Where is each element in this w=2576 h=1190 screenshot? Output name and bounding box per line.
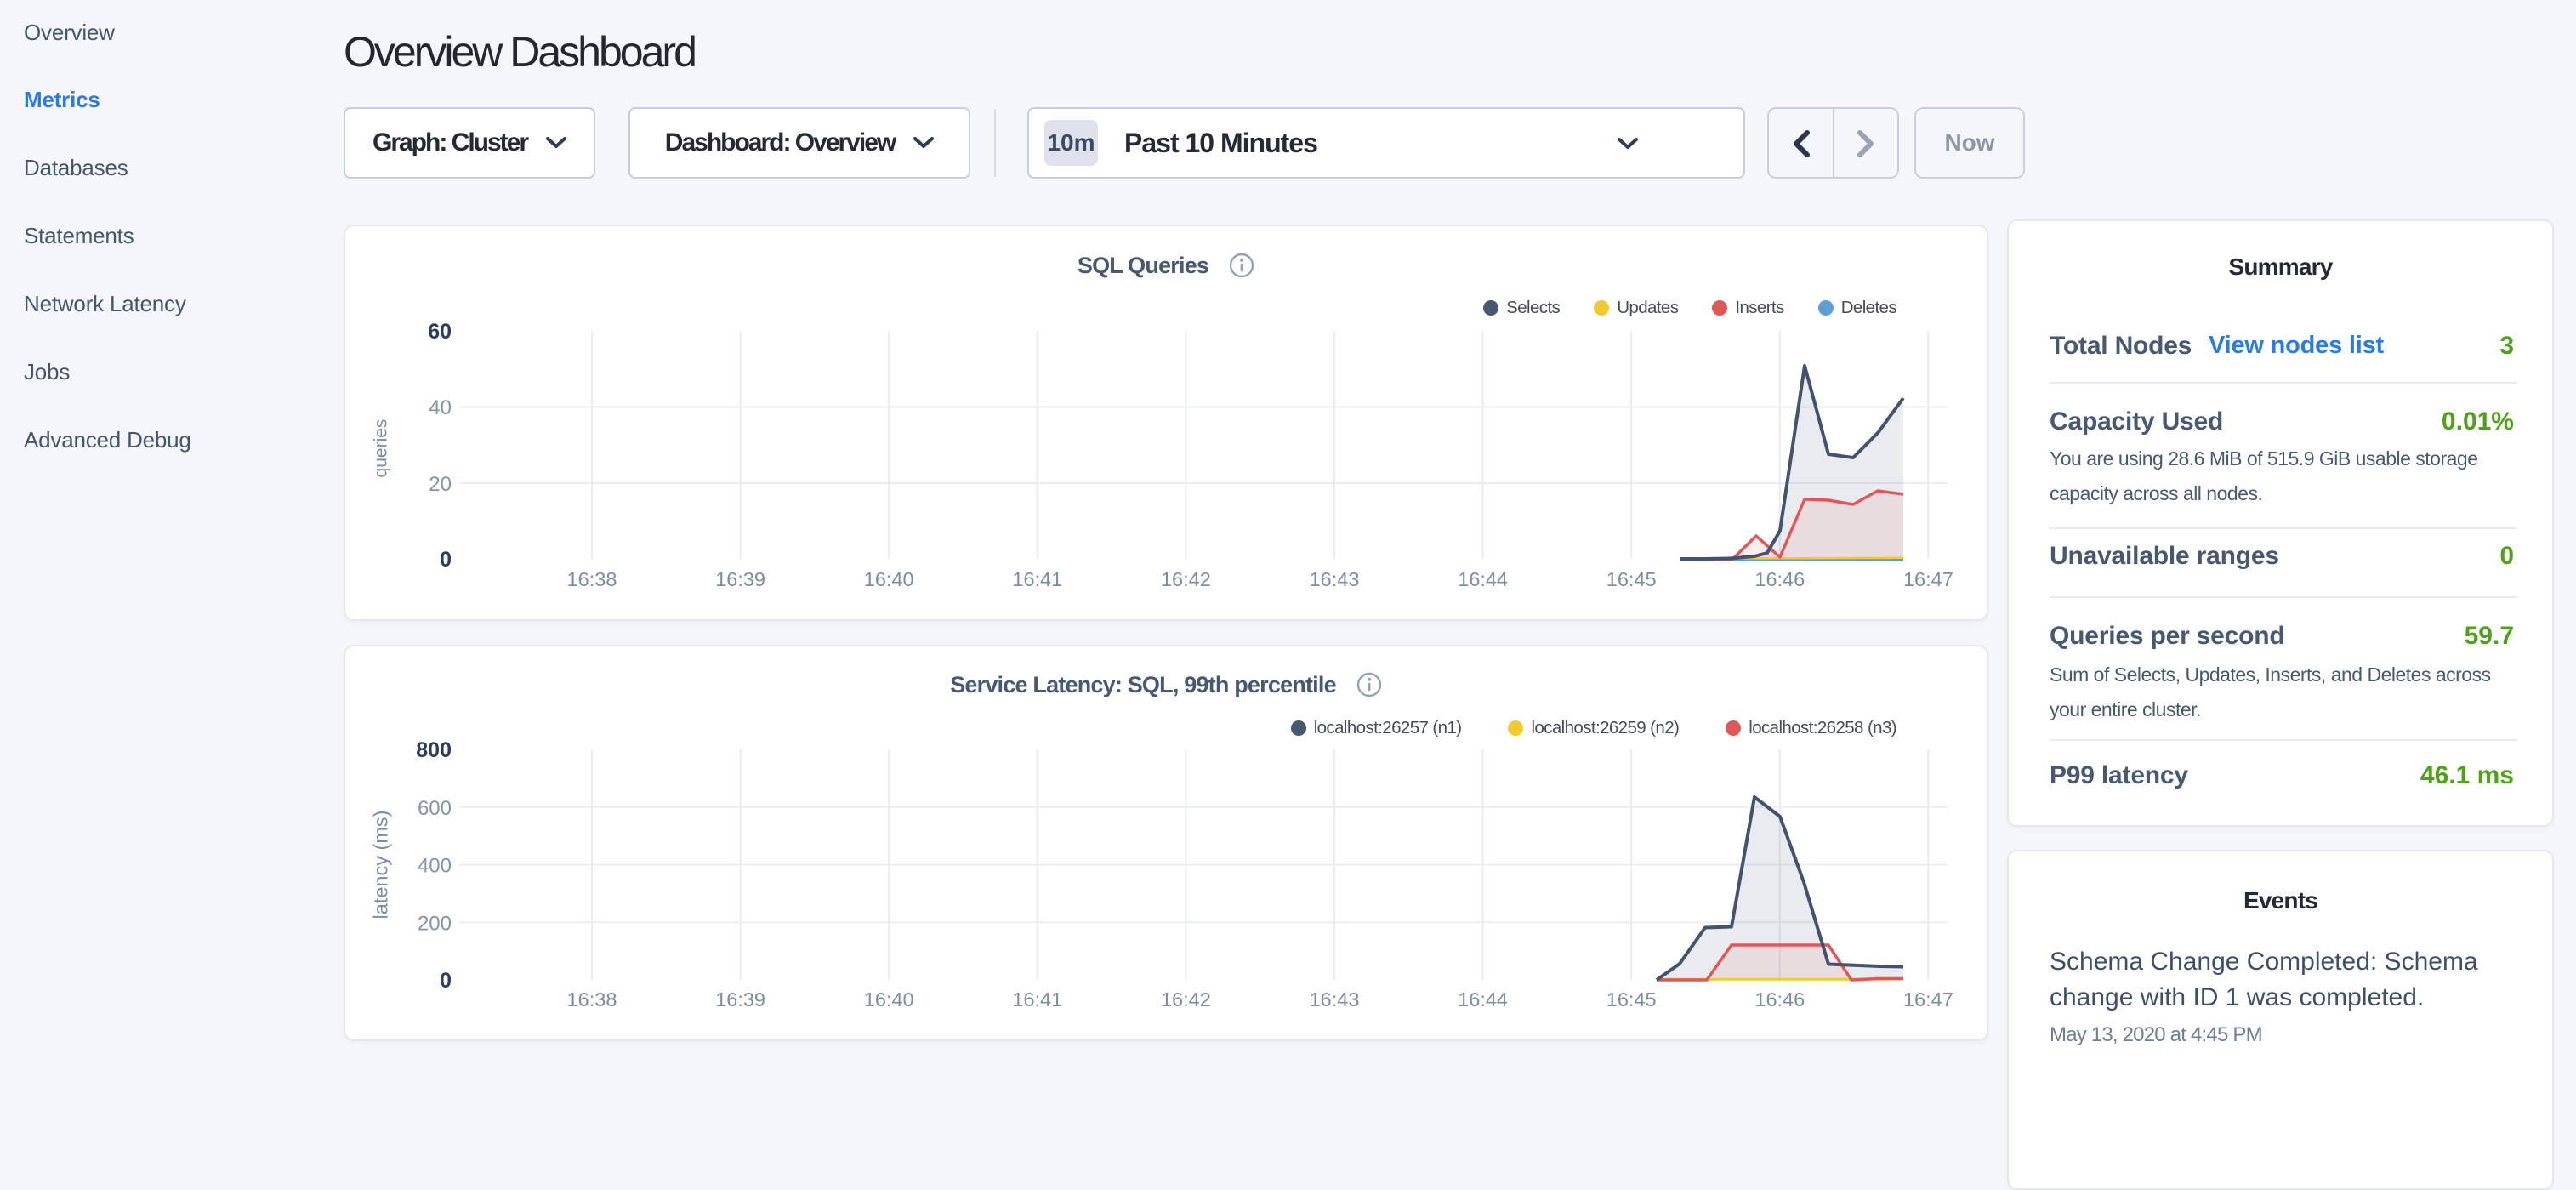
svg-text:20: 20 — [429, 473, 452, 496]
svg-text:0: 0 — [440, 969, 452, 993]
svg-text:800: 800 — [416, 738, 452, 762]
svg-text:16:45: 16:45 — [1606, 988, 1657, 1011]
svg-text:16:41: 16:41 — [1012, 568, 1062, 590]
svg-text:16:46: 16:46 — [1754, 568, 1805, 590]
svg-text:60: 60 — [428, 320, 452, 344]
svg-text:16:40: 16:40 — [864, 568, 914, 590]
svg-text:16:39: 16:39 — [715, 568, 765, 590]
svg-text:16:38: 16:38 — [567, 568, 617, 590]
svg-text:16:44: 16:44 — [1458, 988, 1508, 1011]
svg-text:40: 40 — [429, 396, 452, 419]
svg-text:16:47: 16:47 — [1903, 988, 1953, 1011]
svg-text:16:39: 16:39 — [715, 988, 765, 1011]
svg-text:16:40: 16:40 — [864, 988, 914, 1011]
svg-text:0: 0 — [440, 548, 452, 572]
svg-text:200: 200 — [418, 912, 452, 935]
svg-text:16:44: 16:44 — [1458, 568, 1508, 590]
svg-text:16:47: 16:47 — [1903, 568, 1953, 590]
svg-text:16:45: 16:45 — [1606, 568, 1657, 590]
svg-text:16:42: 16:42 — [1161, 568, 1211, 590]
svg-text:400: 400 — [418, 855, 452, 878]
svg-text:16:42: 16:42 — [1161, 988, 1211, 1011]
svg-text:16:43: 16:43 — [1310, 988, 1360, 1011]
svg-text:16:38: 16:38 — [567, 988, 617, 1011]
svg-text:16:43: 16:43 — [1310, 568, 1360, 590]
svg-text:16:41: 16:41 — [1012, 988, 1062, 1011]
svg-text:600: 600 — [418, 797, 452, 820]
svg-text:16:46: 16:46 — [1754, 988, 1805, 1011]
